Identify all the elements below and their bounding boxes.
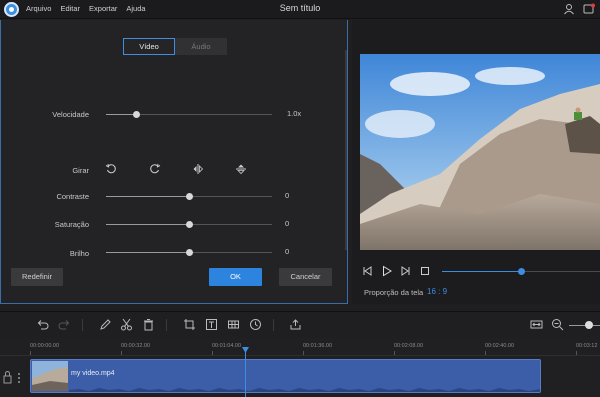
clip-waveform [69,388,540,392]
track-lock-icon[interactable] [3,370,27,384]
speed-slider[interactable] [106,111,272,118]
cancel-button[interactable]: Cancelar [279,268,332,286]
toolbar-divider [82,319,83,331]
clip-name: my video.mp4 [71,370,115,377]
app-logo-icon [4,2,19,17]
speed-label: Velocidade [52,110,89,119]
timeline-ruler[interactable]: 00:00:00.00 00:00:32.00 00:01:04.00 00:0… [0,338,600,356]
brightness-label: Brilho [69,249,89,258]
flip-horizontal-icon[interactable] [192,163,204,175]
prev-frame-icon[interactable] [362,265,374,277]
rotate-right-icon[interactable] [149,163,161,175]
tick-mark [30,351,31,355]
crop-icon[interactable] [183,318,196,331]
menu-edit[interactable]: Editar [60,4,80,13]
app-window: Arquivo Editar Exportar Ajuda Sem título… [0,0,600,397]
user-icon[interactable] [563,3,575,15]
rotate-label: Girar [72,166,89,175]
menu-bar: Arquivo Editar Exportar Ajuda [26,4,146,13]
aspect-ratio-value[interactable]: 16 : 9 [427,287,447,296]
tick-label: 00:02:40.00 [485,343,515,349]
aspect-ratio-label: Proporção da tela [364,288,424,297]
clock-icon[interactable] [249,318,262,331]
scissors-icon[interactable] [120,318,133,331]
clip-thumbnail [32,361,68,391]
tick-mark [121,351,122,355]
playback-progress[interactable] [442,268,600,275]
edit-toolbar [0,311,600,337]
playhead[interactable] [245,349,246,397]
mosaic-icon[interactable] [227,318,240,331]
notification-icon[interactable] [583,3,595,15]
tick-label: 00:02:08.00 [394,343,424,349]
contrast-value: 0 [285,191,290,200]
tab-video[interactable]: Vídeo [123,38,175,55]
tick-label: 00:00:00.00 [30,343,60,349]
tick-mark [394,351,395,355]
tick-label: 00:00:32.00 [121,343,151,349]
playback-progress-fill [442,271,521,272]
flip-vertical-icon[interactable] [235,163,247,175]
delete-icon[interactable] [142,318,155,331]
toolbar-divider [166,319,167,331]
video-preview[interactable] [360,54,600,250]
contrast-slider-fill [106,196,189,197]
saturation-label: Saturação [54,220,89,229]
settings-tabs: Vídeo Áudio [123,38,227,55]
title-bar: Arquivo Editar Exportar Ajuda Sem título [0,0,600,19]
menu-export[interactable]: Exportar [89,4,117,13]
next-frame-icon[interactable] [399,265,411,277]
video-clip[interactable]: my video.mp4 [30,359,541,393]
menu-file[interactable]: Arquivo [26,4,51,13]
brightness-slider-thumb[interactable] [186,249,193,256]
play-icon[interactable] [381,265,393,277]
brightness-slider[interactable] [106,249,272,256]
panel-scrollbar[interactable] [345,50,347,250]
settings-panel: Vídeo Áudio Velocidade 1.0x Girar Contra… [0,20,348,304]
speed-value: 1.0x [287,109,302,118]
undo-icon[interactable] [36,318,49,331]
tick-mark [485,351,486,355]
pencil-icon[interactable] [99,318,112,331]
tick-mark [303,351,304,355]
stop-icon[interactable] [419,265,431,277]
tick-mark [212,351,213,355]
ok-button[interactable]: OK [209,268,262,286]
saturation-value: 0 [285,219,290,228]
tick-label: 00:01:04.00 [212,343,242,349]
redo-icon[interactable] [58,318,71,331]
text-icon[interactable] [205,318,218,331]
tick-mark [576,351,577,355]
tab-audio[interactable]: Áudio [175,38,227,55]
toolbar-divider [273,319,274,331]
export-share-icon[interactable] [289,318,302,331]
saturation-slider-fill [106,224,189,225]
contrast-slider[interactable] [106,193,272,200]
menu-help[interactable]: Ajuda [126,4,145,13]
tick-label: 00:01:36.00 [303,343,333,349]
preview-panel: Proporção da tela 16 : 9 [352,20,600,304]
timeline-zoom-thumb[interactable] [585,321,593,329]
reset-button[interactable]: Redefinir [11,268,63,286]
tick-label: 00:03:12 [576,343,598,349]
fit-timeline-icon[interactable] [530,318,543,331]
brightness-value: 0 [285,247,290,256]
timeline: 00:00:00.00 00:00:32.00 00:01:04.00 00:0… [0,338,600,397]
speed-slider-fill [106,114,136,115]
playback-progress-thumb[interactable] [518,268,525,275]
contrast-label: Contraste [56,192,89,201]
rotate-left-icon[interactable] [105,163,117,175]
brightness-slider-fill [106,252,189,253]
contrast-slider-thumb[interactable] [186,193,193,200]
saturation-slider[interactable] [106,221,272,228]
speed-slider-thumb[interactable] [132,111,140,118]
saturation-slider-thumb[interactable] [186,221,193,228]
zoom-out-icon[interactable] [551,318,564,331]
